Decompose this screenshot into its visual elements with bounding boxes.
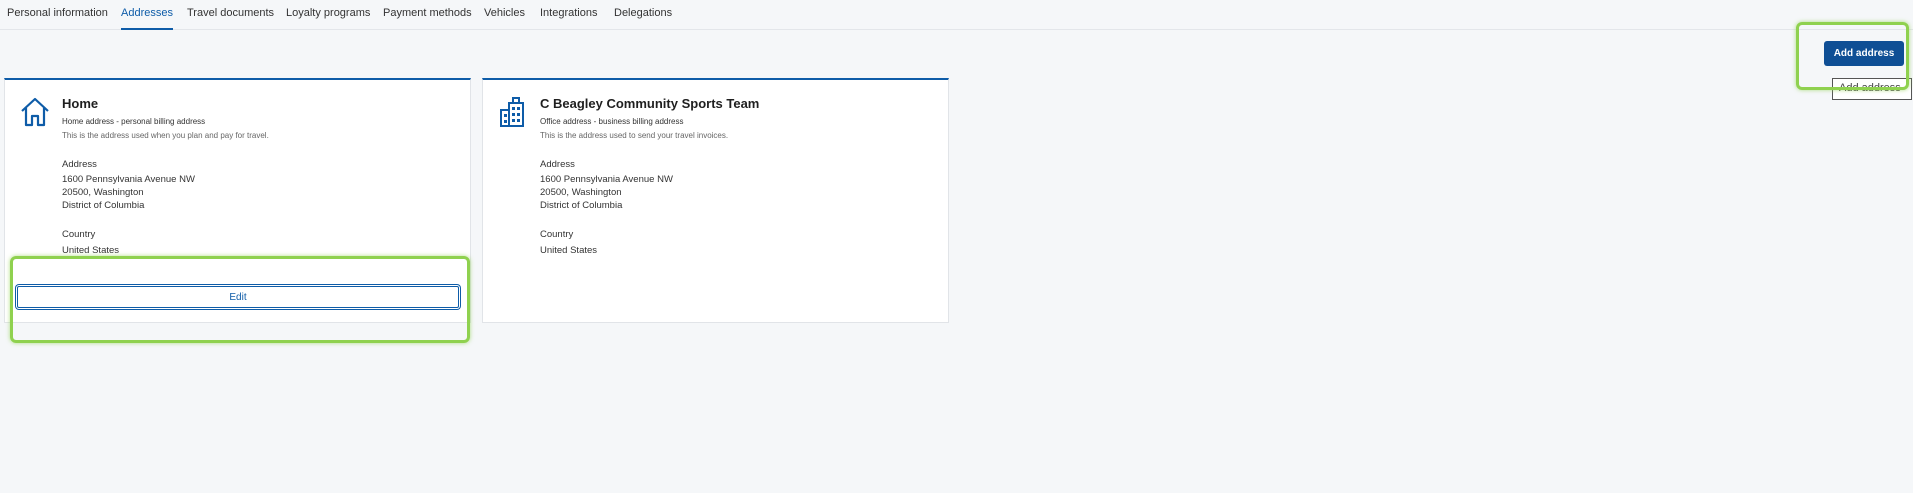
address-line-2: 20500, Washington — [540, 187, 622, 198]
country-value: United States — [540, 245, 598, 256]
country-label: Country — [540, 229, 574, 240]
card-description: This is the address used to send your tr… — [540, 131, 729, 140]
office-address-card: C Beagley Community Sports Team Office a… — [482, 78, 949, 323]
address-label: Address — [540, 159, 575, 170]
edit-button-highlight — [10, 256, 470, 343]
add-address-highlight — [1796, 22, 1909, 90]
address-label: Address — [62, 159, 97, 170]
address-line-2: 20500, Washington — [62, 187, 144, 198]
address-line-3: District of Columbia — [540, 200, 623, 211]
office-building-icon — [500, 97, 524, 127]
card-subtitle: Home address - personal billing address — [62, 117, 206, 126]
tab-delegations[interactable]: Delegations — [614, 7, 672, 30]
tab-integrations[interactable]: Integrations — [540, 7, 597, 30]
tab-payment-methods[interactable]: Payment methods — [383, 7, 472, 30]
country-label: Country — [62, 229, 96, 240]
card-title: C Beagley Community Sports Team — [540, 96, 760, 111]
profile-tabs: Personal information Addresses Travel do… — [0, 0, 1913, 30]
tab-addresses[interactable]: Addresses — [121, 7, 173, 30]
address-line-1: 1600 Pennsylvania Avenue NW — [540, 174, 673, 185]
home-icon — [21, 97, 49, 127]
address-line-1: 1600 Pennsylvania Avenue NW — [62, 174, 195, 185]
tab-personal-information[interactable]: Personal information — [7, 7, 108, 30]
tab-travel-documents[interactable]: Travel documents — [187, 7, 274, 30]
tab-vehicles[interactable]: Vehicles — [484, 7, 525, 30]
card-subtitle: Office address - business billing addres… — [540, 117, 684, 126]
tab-loyalty-programs[interactable]: Loyalty programs — [286, 7, 370, 30]
card-title: Home — [62, 96, 99, 111]
card-description: This is the address used when you plan a… — [62, 131, 269, 140]
address-line-3: District of Columbia — [62, 200, 145, 211]
